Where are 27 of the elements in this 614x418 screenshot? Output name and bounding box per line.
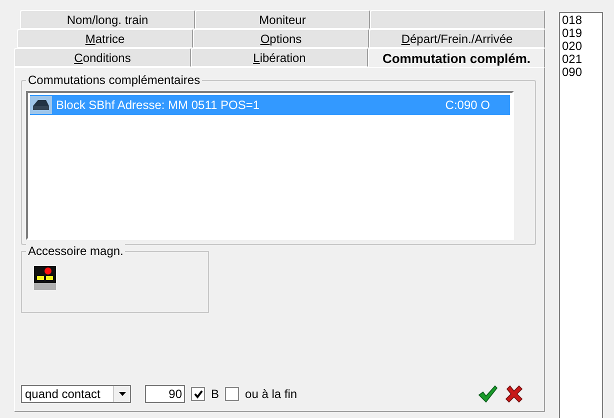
group-title: Accessoire magn.: [26, 244, 126, 258]
checkbox[interactable]: [191, 387, 205, 401]
item-text: Block SBhf Adresse: MM 0511 POS=1: [55, 98, 261, 112]
group-title: Commutations complémentaires: [26, 73, 202, 87]
mode-dropdown[interactable]: quand contact: [21, 385, 131, 403]
checkbox[interactable]: [225, 387, 240, 401]
list-item[interactable]: 020: [562, 40, 600, 53]
tab[interactable]: Nom/long. train: [20, 10, 195, 29]
list-item[interactable]: 018: [562, 14, 600, 27]
item-code: C:090 O: [445, 98, 491, 112]
tab[interactable]: Départ/Frein./Arrivée: [369, 29, 545, 48]
tab[interactable]: Moniteur: [195, 10, 370, 29]
value-field[interactable]: 90: [145, 385, 185, 403]
caret-icon: [118, 392, 126, 396]
tab[interactable]: Matrice: [17, 29, 193, 48]
list-item[interactable]: 021: [562, 53, 600, 66]
tab[interactable]: Commutation complém.: [368, 48, 545, 67]
checkbox-label: B: [211, 387, 220, 401]
tab[interactable]: Conditions: [14, 48, 191, 67]
checkbox-label: ou à la fin: [245, 387, 298, 401]
signal-icon[interactable]: [34, 266, 56, 290]
list-item[interactable]: 019: [562, 27, 600, 40]
tab[interactable]: Libération: [191, 48, 368, 67]
ok-button[interactable]: [476, 383, 500, 405]
tab[interactable]: Options: [193, 29, 369, 48]
block-icon: [30, 96, 52, 114]
list-item[interactable]: 090: [562, 66, 600, 79]
